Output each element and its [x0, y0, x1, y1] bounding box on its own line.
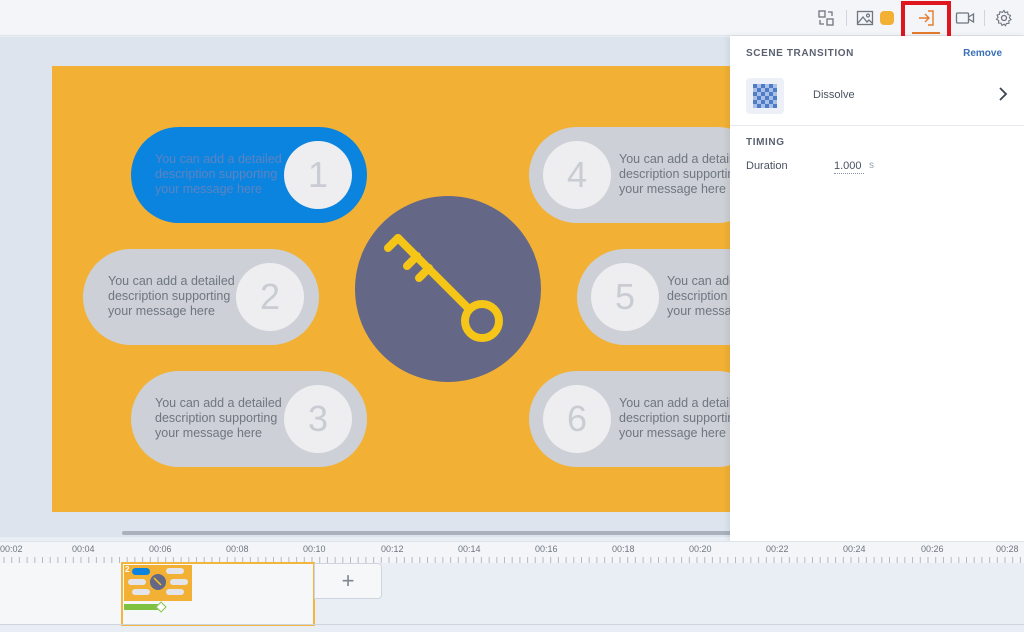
scene-transition-panel: SCENE TRANSITION Remove Dissolve TIMING …	[730, 36, 1024, 541]
panel-title: SCENE TRANSITION	[746, 48, 854, 59]
slide-item-number: 5	[591, 263, 659, 331]
color-swatch[interactable]	[880, 11, 894, 25]
slide-item-text: You can add a detailed description suppo…	[155, 152, 282, 196]
slide-item-5[interactable]: 5 You can add a detailed description sup…	[577, 249, 752, 345]
top-toolbar	[0, 0, 1024, 36]
ruler-label: 00:28	[996, 544, 1019, 554]
ruler-label: 00:24	[843, 544, 866, 554]
ruler-label: 00:20	[689, 544, 712, 554]
chevron-right-icon[interactable]	[998, 86, 1008, 107]
panel-divider	[730, 125, 1024, 126]
scene-clip-selected[interactable]: 2	[121, 562, 315, 626]
slide-item-number: 3	[284, 385, 352, 453]
ruler-label: 00:06	[149, 544, 172, 554]
slide-item-4[interactable]: 4 You can add a detailed description sup…	[529, 127, 752, 223]
remove-transition-link[interactable]: Remove	[963, 48, 1002, 59]
app-root: You can add a detailed description suppo…	[0, 0, 1024, 632]
scene-number: 2	[125, 565, 130, 574]
ruler-label: 00:12	[381, 544, 404, 554]
transition-name[interactable]: Dissolve	[813, 89, 855, 101]
slide-item-1[interactable]: You can add a detailed description suppo…	[131, 127, 367, 223]
slide-item-3[interactable]: You can add a detailed description suppo…	[131, 371, 367, 467]
timing-title: TIMING	[746, 137, 785, 148]
timeline-bottom-divider	[0, 624, 1024, 625]
slide-item-number: 4	[543, 141, 611, 209]
previous-scene-clip[interactable]	[0, 563, 121, 625]
ruler-label: 00:02	[0, 544, 23, 554]
ruler-label: 00:10	[303, 544, 326, 554]
slide-item-number: 2	[236, 263, 304, 331]
slide-item-text: You can add a detailed description suppo…	[155, 396, 282, 440]
timeline-ruler[interactable]: 00:02 00:04 00:06 00:08 00:10 00:12 00:1…	[0, 541, 1024, 563]
duration-label: Duration	[746, 160, 788, 172]
video-camera-icon[interactable]	[954, 7, 976, 29]
slide-item-number: 6	[543, 385, 611, 453]
key-icon	[384, 234, 503, 342]
timeline-track: 2 +	[0, 562, 1024, 632]
horizontal-scrollbar[interactable]	[122, 531, 732, 535]
slide-item-number: 1	[284, 141, 352, 209]
image-icon[interactable]	[854, 7, 876, 29]
dissolve-pattern-icon	[753, 84, 777, 108]
ruler-label: 00:16	[535, 544, 558, 554]
duration-input[interactable]	[834, 158, 864, 174]
ruler-label: 00:08	[226, 544, 249, 554]
slide-item-2[interactable]: You can add a detailed description suppo…	[83, 249, 319, 345]
duration-unit: s	[869, 160, 874, 171]
ruler-label: 00:04	[72, 544, 95, 554]
add-scene-button[interactable]: +	[314, 563, 382, 599]
ruler-label: 00:18	[612, 544, 635, 554]
settings-gear-icon[interactable]	[993, 7, 1015, 29]
slide-canvas[interactable]: You can add a detailed description suppo…	[52, 66, 752, 512]
ruler-label: 00:22	[766, 544, 789, 554]
slide-item-text: You can add a detailed description suppo…	[108, 274, 235, 318]
toolbar-divider	[846, 10, 847, 26]
scene-thumbnail: 2	[124, 565, 192, 601]
layout-swap-icon[interactable]	[815, 7, 837, 29]
center-circle[interactable]	[355, 196, 541, 382]
toolbar-divider	[984, 10, 985, 26]
slide-item-6[interactable]: 6 You can add a detailed description sup…	[529, 371, 752, 467]
ruler-label: 00:26	[921, 544, 944, 554]
ruler-label: 00:14	[458, 544, 481, 554]
transition-thumbnail[interactable]	[746, 78, 784, 114]
